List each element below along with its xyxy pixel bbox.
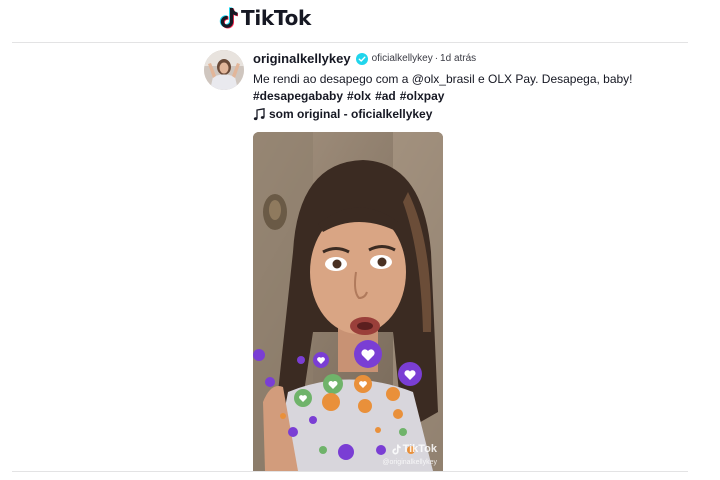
watermark-username: @originalkellykey [382, 459, 437, 466]
post-header: originalkellykey oficialkellykey · 1d at… [253, 51, 476, 66]
separator-dot: · [434, 53, 439, 64]
video-player[interactable]: TikTok @originalkellykey [253, 132, 443, 471]
music-note-icon [253, 107, 265, 120]
video-watermark: TikTok [391, 443, 437, 455]
avatar-image [204, 50, 244, 90]
tiktok-logo[interactable]: TikTok [218, 6, 311, 30]
hashtag-link[interactable]: #desapegababy [253, 89, 343, 103]
hashtag-list: #desapegababy #olx #ad #olxpay [253, 89, 444, 103]
avatar[interactable] [204, 50, 244, 90]
hashtag-link[interactable]: #olxpay [400, 89, 445, 103]
verified-badge-icon [355, 52, 368, 65]
post-time: 1d atrás [440, 53, 477, 64]
music-link[interactable]: som original - oficialkellykey [253, 107, 432, 121]
header-divider [12, 42, 688, 43]
music-title: som original - oficialkellykey [269, 107, 433, 121]
hashtag-link[interactable]: #ad [375, 89, 396, 103]
nickname[interactable]: oficialkellykey [372, 53, 433, 64]
username[interactable]: originalkellykey [253, 51, 351, 66]
watermark-tiktok-icon [391, 444, 401, 454]
hashtag-link[interactable]: #olx [347, 89, 371, 103]
watermark-text: TikTok [402, 443, 437, 455]
logo-text: TikTok [241, 6, 312, 30]
post-caption: Me rendi ao desapego com a @olx_brasil e… [253, 72, 633, 86]
tiktok-note-icon [219, 7, 238, 29]
footer-divider [12, 471, 688, 472]
video-frame [253, 132, 443, 471]
header: TikTok [0, 0, 720, 40]
